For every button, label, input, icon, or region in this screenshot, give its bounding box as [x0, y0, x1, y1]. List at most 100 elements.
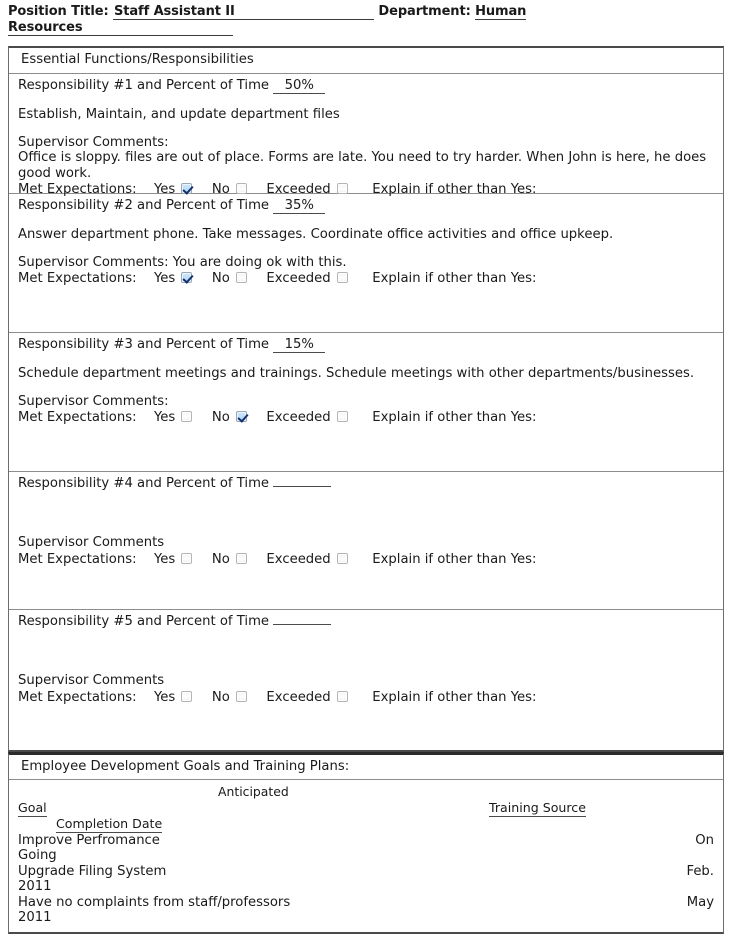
position-title-value[interactable]: Staff Assistant II [112, 4, 374, 20]
yes-checkbox-3[interactable] [181, 411, 193, 422]
percent-of-time-3[interactable]: 15% [273, 337, 326, 353]
yes-checkbox-1[interactable] [181, 183, 193, 194]
supervisor-comments-text-1[interactable]: Office is sloppy. files are out of place… [18, 150, 715, 181]
exceeded-label-5: Exceeded [266, 689, 331, 705]
yes-checkbox-5[interactable] [181, 690, 193, 702]
percent-of-time-2[interactable]: 35% [273, 198, 326, 214]
yes-label-5: Yes [153, 689, 176, 705]
supervisor-comments-label-4: Supervisor Comments [18, 535, 165, 550]
goal-date-line2[interactable]: Going [18, 848, 714, 864]
responsibility-row-4: Responsibility #4 and Percent of Time Su… [9, 472, 723, 610]
no-label-5: No [211, 689, 230, 705]
no-checkbox-1[interactable] [236, 183, 248, 194]
responsibility-title-4: Responsibility #4 and Percent of Time [18, 476, 715, 492]
yes-label-4: Yes [153, 551, 176, 567]
exceeded-checkbox-3[interactable] [336, 411, 348, 422]
header-line-2: Resources [8, 20, 724, 36]
yes-checkbox-2[interactable] [181, 272, 193, 283]
responsibility-title-label-1: Responsibility #1 and Percent of Time [18, 77, 270, 93]
responsibility-title-label-2: Responsibility #2 and Percent of Time [18, 197, 270, 213]
no-checkbox-3[interactable] [236, 411, 248, 422]
percent-of-time-5[interactable] [273, 623, 332, 625]
department-value[interactable]: Human [475, 4, 526, 20]
explain-label-5: Explain if other than Yes: [372, 689, 537, 705]
yes-checkbox-4[interactable] [181, 552, 193, 564]
department-label: Department: [378, 4, 471, 19]
supervisor-block-5: Supervisor Comments Met Expectations: Ye… [18, 673, 715, 705]
met-expectations-label-3: Met Expectations: [18, 410, 137, 425]
column-header-goal: Goal [18, 800, 47, 817]
supervisor-comments-label-3: Supervisor Comments: [18, 393, 169, 409]
goal-row: Have no complaints from staff/professors… [18, 895, 714, 926]
supervisor-block-3: Supervisor Comments: Met Expectations: Y… [18, 394, 715, 426]
met-expectations-row-2: Met Expectations: Yes No Exceeded Explai… [18, 271, 715, 287]
supervisor-comments-label-2: Supervisor Comments: [18, 254, 169, 270]
responsibility-title-2: Responsibility #2 and Percent of Time 35… [18, 197, 715, 214]
essential-functions-header: Essential Functions/Responsibilities [9, 48, 723, 74]
responsibility-row-5: Responsibility #5 and Percent of Time Su… [9, 610, 723, 750]
met-expectations-row-4: Met Expectations: Yes No Exceeded Explai… [18, 552, 715, 568]
exceeded-checkbox-4[interactable] [336, 552, 348, 564]
supervisor-comments-label-1: Supervisor Comments: [18, 134, 169, 150]
met-expectations-label-2: Met Expectations: [18, 271, 137, 286]
responsibility-description-2[interactable]: Answer department phone. Take messages. … [18, 227, 715, 243]
development-goals-header: Employee Development Goals and Training … [9, 755, 723, 780]
met-expectations-row-3: Met Expectations: Yes No Exceeded Explai… [18, 410, 715, 426]
development-goals-table: Employee Development Goals and Training … [8, 751, 724, 934]
responsibility-title-label-3: Responsibility #3 and Percent of Time [18, 336, 270, 352]
essential-functions-table: Essential Functions/Responsibilities Res… [8, 46, 724, 752]
goal-date-line2[interactable]: 2011 [18, 910, 714, 926]
supervisor-comments-text-2[interactable]: You are doing ok with this. [173, 255, 347, 270]
development-goals-body: Anticipated Goal Training Source Complet… [9, 780, 723, 932]
responsibility-title-5: Responsibility #5 and Percent of Time [18, 614, 715, 630]
responsibility-description-3[interactable]: Schedule department meetings and trainin… [18, 366, 715, 382]
supervisor-comments-line-2: Supervisor Comments: You are doing ok wi… [18, 255, 715, 271]
performance-evaluation-form: Position Title: Staff Assistant II Depar… [0, 0, 732, 938]
no-checkbox-2[interactable] [236, 272, 248, 283]
supervisor-block-4: Supervisor Comments Met Expectations: Ye… [18, 535, 715, 567]
position-title-label: Position Title: [8, 4, 109, 19]
supervisor-block-2: Supervisor Comments: You are doing ok wi… [18, 255, 715, 287]
responsibility-title-1: Responsibility #1 and Percent of Time 50… [18, 77, 715, 94]
exceeded-checkbox-5[interactable] [336, 690, 348, 702]
responsibility-row-1: Responsibility #1 and Percent of Time 50… [9, 74, 723, 197]
goal-row: Improve Perfromance On Going [18, 833, 714, 864]
met-expectations-row-5: Met Expectations: Yes No Exceeded Explai… [18, 690, 715, 706]
no-label-2: No [211, 271, 230, 286]
goal-date-line1[interactable]: On [695, 833, 714, 849]
responsibility-title-label-5: Responsibility #5 and Percent of Time [18, 613, 270, 629]
percent-of-time-1[interactable]: 50% [273, 78, 326, 94]
exceeded-label-4: Exceeded [266, 551, 331, 567]
essential-functions-header-label: Essential Functions/Responsibilities [21, 52, 254, 67]
explain-label-3: Explain if other than Yes: [372, 410, 537, 425]
goal-text[interactable]: Upgrade Filing System [18, 864, 166, 880]
header-line-1: Position Title: Staff Assistant II Depar… [8, 4, 724, 20]
met-expectations-label-4: Met Expectations: [18, 551, 137, 567]
exceeded-checkbox-1[interactable] [336, 183, 348, 194]
form-header: Position Title: Staff Assistant II Depar… [0, 0, 732, 36]
column-header-completion-date-wrap: Completion Date [18, 816, 714, 833]
goal-date-line1[interactable]: May [687, 895, 714, 911]
goal-text[interactable]: Improve Perfromance [18, 833, 160, 849]
no-label-4: No [211, 551, 230, 567]
column-header-completion-date: Completion Date [56, 816, 163, 833]
goal-text[interactable]: Have no complaints from staff/professors [18, 895, 290, 911]
explain-label-4: Explain if other than Yes: [372, 551, 537, 567]
supervisor-comments-label-5: Supervisor Comments [18, 673, 165, 688]
no-checkbox-5[interactable] [236, 690, 248, 702]
exceeded-checkbox-2[interactable] [336, 272, 348, 283]
responsibility-row-3: Responsibility #3 and Percent of Time 15… [9, 333, 723, 472]
goal-row: Upgrade Filing System Feb. 2011 [18, 864, 714, 895]
responsibility-description-1[interactable]: Establish, Maintain, and update departme… [18, 107, 715, 123]
development-goals-header-label: Employee Development Goals and Training … [21, 758, 350, 774]
yes-label-3: Yes [153, 410, 176, 425]
goal-date-line2[interactable]: 2011 [18, 879, 714, 895]
no-checkbox-4[interactable] [236, 552, 248, 564]
responsibility-title-3: Responsibility #3 and Percent of Time 15… [18, 336, 715, 353]
goal-date-line1[interactable]: Feb. [686, 864, 714, 880]
department-value-wrap[interactable]: Resources [8, 20, 233, 36]
column-header-training-source: Training Source [489, 800, 586, 817]
percent-of-time-4[interactable] [273, 485, 332, 487]
no-label-3: No [211, 410, 230, 425]
met-expectations-label-5: Met Expectations: [18, 689, 137, 705]
